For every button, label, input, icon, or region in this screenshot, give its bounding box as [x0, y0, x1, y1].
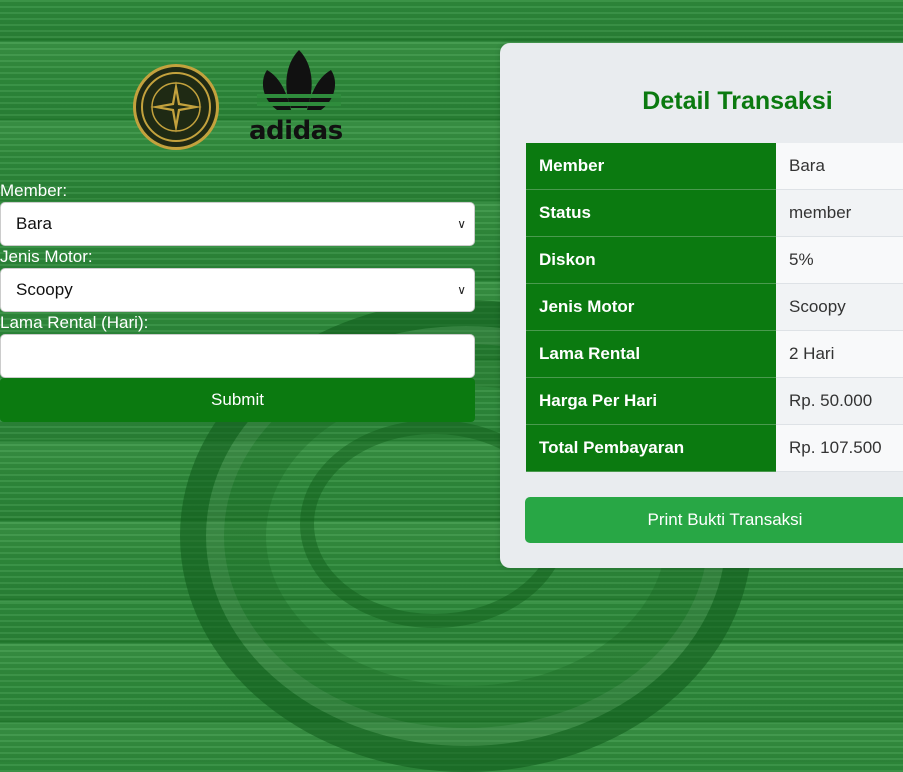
chevron-down-icon: ∨: [457, 217, 466, 231]
table-row: Diskon 5%: [526, 236, 903, 284]
table-row: Lama Rental 2 Hari: [526, 330, 903, 378]
adidas-wordmark: adidas: [249, 116, 343, 146]
row-value: Scoopy: [776, 283, 903, 331]
table-row: Harga Per Hari Rp. 50.000: [526, 377, 903, 425]
row-key: Total Pembayaran: [526, 424, 776, 472]
row-value: Bara: [776, 143, 903, 190]
days-input[interactable]: [0, 334, 475, 378]
transaction-table: Member Bara Status member Diskon 5% Jeni…: [526, 143, 903, 472]
member-label: Member:: [0, 181, 68, 200]
row-key: Jenis Motor: [526, 283, 776, 331]
adidas-logo: adidas: [249, 48, 349, 146]
motor-label: Jenis Motor:: [0, 247, 93, 266]
rental-form: Member: Bara ∨ Jenis Motor: Scoopy ∨ Lam…: [0, 180, 475, 422]
stone-island-logo: [133, 64, 219, 150]
row-value: 5%: [776, 236, 903, 284]
motor-select[interactable]: Scoopy ∨: [0, 268, 475, 312]
motor-select-value: Scoopy: [16, 280, 73, 299]
row-key: Member: [526, 143, 776, 190]
table-row: Jenis Motor Scoopy: [526, 283, 903, 331]
row-key: Harga Per Hari: [526, 377, 776, 425]
member-select[interactable]: Bara ∨: [0, 202, 475, 246]
table-row: Total Pembayaran Rp. 107.500: [526, 424, 903, 472]
row-key: Diskon: [526, 236, 776, 284]
chevron-down-icon: ∨: [457, 283, 466, 297]
print-receipt-button[interactable]: Print Bukti Transaksi: [525, 497, 903, 543]
row-value: 2 Hari: [776, 330, 903, 378]
transaction-detail-panel: Detail Transaksi Member Bara Status memb…: [500, 43, 903, 568]
row-value: member: [776, 189, 903, 237]
panel-title: Detail Transaksi: [642, 87, 833, 115]
table-row: Member Bara: [526, 143, 903, 190]
submit-button[interactable]: Submit: [0, 378, 475, 422]
row-key: Lama Rental: [526, 330, 776, 378]
table-row: Status member: [526, 189, 903, 237]
row-key: Status: [526, 189, 776, 237]
days-label: Lama Rental (Hari):: [0, 313, 149, 332]
member-select-value: Bara: [16, 214, 52, 233]
row-value: Rp. 107.500: [776, 424, 903, 472]
row-value: Rp. 50.000: [776, 377, 903, 425]
